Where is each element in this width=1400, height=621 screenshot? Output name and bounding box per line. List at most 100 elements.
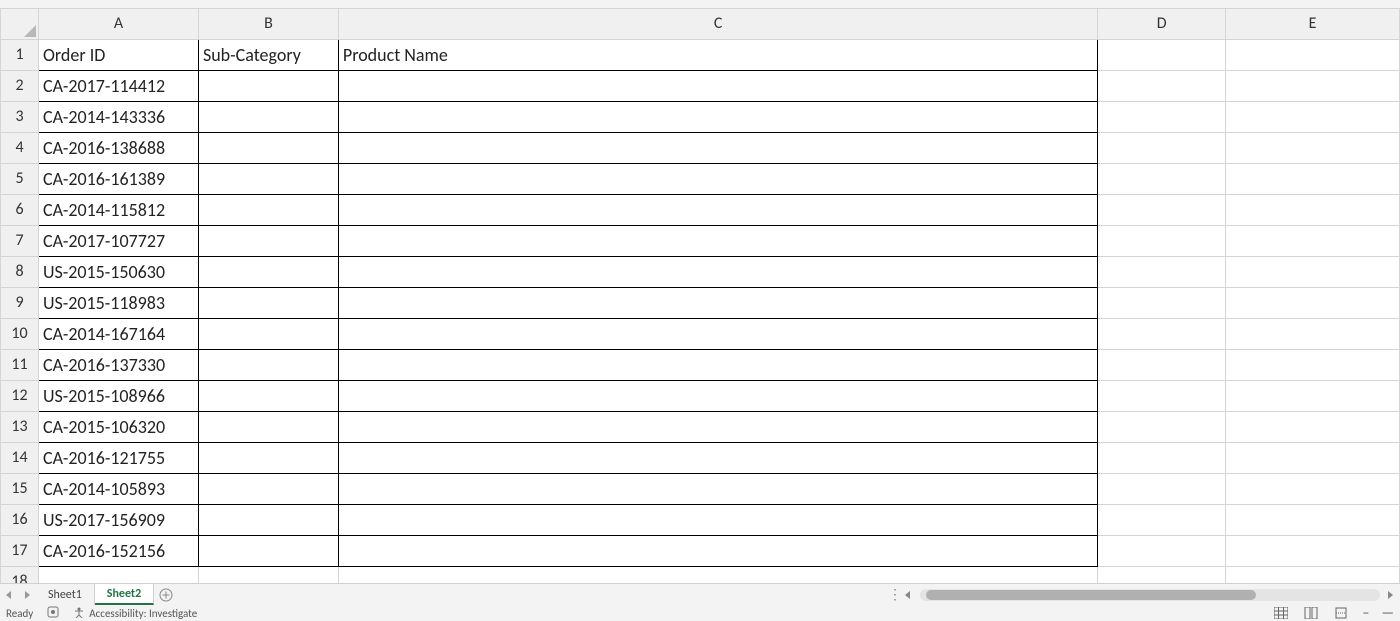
accessibility-icon[interactable]: [73, 606, 85, 621]
cell-E9[interactable]: [1226, 288, 1400, 319]
row-header-14[interactable]: 14: [1, 443, 39, 474]
cell-D9[interactable]: [1098, 288, 1226, 319]
cell-B9[interactable]: [198, 288, 338, 319]
cell-C14[interactable]: [338, 443, 1097, 474]
cell-E6[interactable]: [1226, 195, 1400, 226]
cell-A7[interactable]: CA-2017-107727: [38, 226, 198, 257]
horizontal-scrollbar[interactable]: [920, 589, 1380, 601]
cell-B7[interactable]: [198, 226, 338, 257]
row-header-13[interactable]: 13: [1, 412, 39, 443]
cell-C5[interactable]: [338, 164, 1097, 195]
cell-B10[interactable]: [198, 319, 338, 350]
cell-C1[interactable]: Product Name: [338, 40, 1097, 71]
cell-B13[interactable]: [198, 412, 338, 443]
cell-C15[interactable]: [338, 474, 1097, 505]
row-header-17[interactable]: 17: [1, 536, 39, 567]
cell-B14[interactable]: [198, 443, 338, 474]
column-header-C[interactable]: C: [338, 9, 1097, 40]
cell-E16[interactable]: [1226, 505, 1400, 536]
sheet-tab-sheet1[interactable]: Sheet1: [36, 584, 95, 605]
row-header-1[interactable]: 1: [1, 40, 39, 71]
cell-D3[interactable]: [1098, 102, 1226, 133]
cell-B1[interactable]: Sub-Category: [198, 40, 338, 71]
cell-A8[interactable]: US-2015-150630: [38, 257, 198, 288]
row-header-7[interactable]: 7: [1, 226, 39, 257]
spreadsheet-grid[interactable]: ABCDE1Order IDSub-CategoryProduct Name2C…: [0, 8, 1400, 580]
cell-A1[interactable]: Order ID: [38, 40, 198, 71]
cell-E15[interactable]: [1226, 474, 1400, 505]
cell-A6[interactable]: CA-2014-115812: [38, 195, 198, 226]
cell-E3[interactable]: [1226, 102, 1400, 133]
cell-D8[interactable]: [1098, 257, 1226, 288]
cell-C13[interactable]: [338, 412, 1097, 443]
cell-C2[interactable]: [338, 71, 1097, 102]
cell-E10[interactable]: [1226, 319, 1400, 350]
row-header-5[interactable]: 5: [1, 164, 39, 195]
view-page-break-button[interactable]: [1332, 606, 1350, 620]
cell-D17[interactable]: [1098, 536, 1226, 567]
row-header-6[interactable]: 6: [1, 195, 39, 226]
cell-D2[interactable]: [1098, 71, 1226, 102]
cell-D13[interactable]: [1098, 412, 1226, 443]
cell-D6[interactable]: [1098, 195, 1226, 226]
cell-E1[interactable]: [1226, 40, 1400, 71]
cell-C3[interactable]: [338, 102, 1097, 133]
zoom-slider[interactable]: —: [1381, 606, 1394, 620]
cell-B12[interactable]: [198, 381, 338, 412]
cell-D15[interactable]: [1098, 474, 1226, 505]
cell-E4[interactable]: [1226, 133, 1400, 164]
cell-A10[interactable]: CA-2014-167164: [38, 319, 198, 350]
column-header-A[interactable]: A: [38, 9, 198, 40]
cell-A4[interactable]: CA-2016-138688: [38, 133, 198, 164]
scroll-left-icon[interactable]: [904, 591, 912, 599]
cell-E14[interactable]: [1226, 443, 1400, 474]
cell-E2[interactable]: [1226, 71, 1400, 102]
view-page-layout-button[interactable]: [1302, 606, 1320, 620]
cell-D16[interactable]: [1098, 505, 1226, 536]
column-header-E[interactable]: E: [1226, 9, 1400, 40]
row-header-12[interactable]: 12: [1, 381, 39, 412]
cell-E5[interactable]: [1226, 164, 1400, 195]
cell-C8[interactable]: [338, 257, 1097, 288]
status-accessibility[interactable]: Accessibility: Investigate: [89, 607, 197, 620]
cell-E17[interactable]: [1226, 536, 1400, 567]
cell-D1[interactable]: [1098, 40, 1226, 71]
row-header-11[interactable]: 11: [1, 350, 39, 381]
cell-C7[interactable]: [338, 226, 1097, 257]
cell-A5[interactable]: CA-2016-161389: [38, 164, 198, 195]
macro-record-icon[interactable]: [47, 606, 59, 621]
tab-nav-prev[interactable]: [0, 584, 18, 605]
cell-A17[interactable]: CA-2016-152156: [38, 536, 198, 567]
cell-C11[interactable]: [338, 350, 1097, 381]
row-header-8[interactable]: 8: [1, 257, 39, 288]
cell-C17[interactable]: [338, 536, 1097, 567]
cell-A3[interactable]: CA-2014-143336: [38, 102, 198, 133]
cell-A14[interactable]: CA-2016-121755: [38, 443, 198, 474]
cell-B6[interactable]: [198, 195, 338, 226]
cell-A11[interactable]: CA-2016-137330: [38, 350, 198, 381]
cell-C6[interactable]: [338, 195, 1097, 226]
cell-D10[interactable]: [1098, 319, 1226, 350]
cell-C9[interactable]: [338, 288, 1097, 319]
cell-D12[interactable]: [1098, 381, 1226, 412]
cell-D7[interactable]: [1098, 226, 1226, 257]
cell-E8[interactable]: [1226, 257, 1400, 288]
cell-B5[interactable]: [198, 164, 338, 195]
cell-D4[interactable]: [1098, 133, 1226, 164]
row-header-10[interactable]: 10: [1, 319, 39, 350]
cell-D5[interactable]: [1098, 164, 1226, 195]
row-header-15[interactable]: 15: [1, 474, 39, 505]
cell-B2[interactable]: [198, 71, 338, 102]
cell-E13[interactable]: [1226, 412, 1400, 443]
cell-A12[interactable]: US-2015-108966: [38, 381, 198, 412]
cell-C4[interactable]: [338, 133, 1097, 164]
cell-E12[interactable]: [1226, 381, 1400, 412]
cell-B3[interactable]: [198, 102, 338, 133]
column-header-B[interactable]: B: [198, 9, 338, 40]
cell-B4[interactable]: [198, 133, 338, 164]
select-all-corner[interactable]: [1, 9, 39, 40]
tab-nav-next[interactable]: [18, 584, 36, 605]
cell-C16[interactable]: [338, 505, 1097, 536]
cell-B11[interactable]: [198, 350, 338, 381]
tab-strip-drag-handle-icon[interactable]: ⋮: [888, 586, 900, 603]
